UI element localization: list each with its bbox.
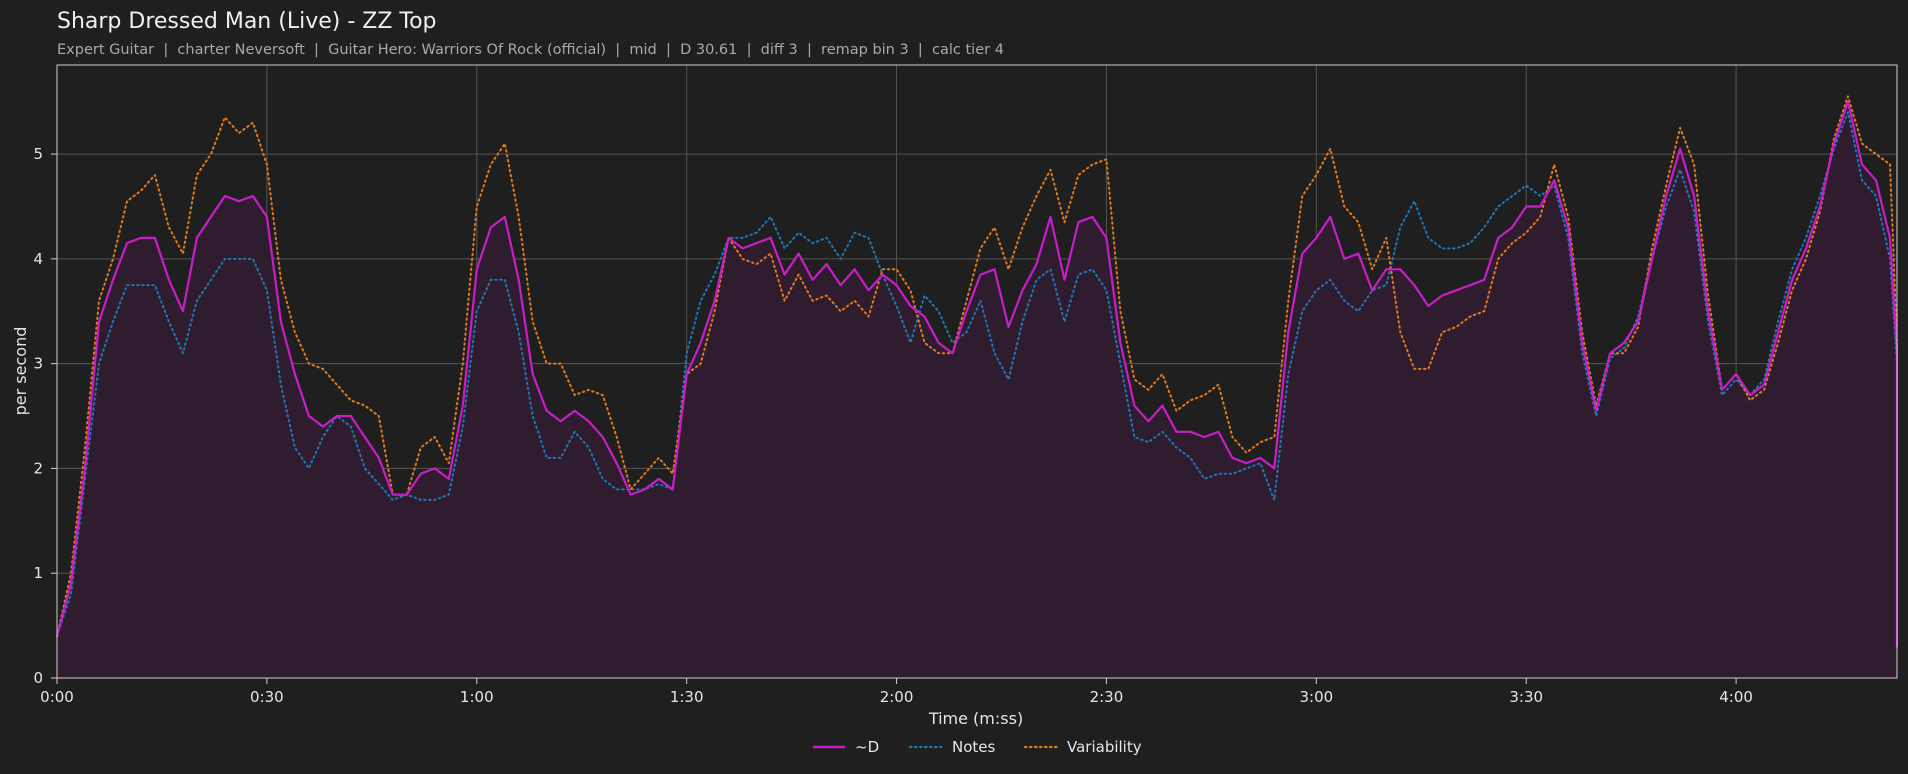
legend-label: ~D <box>855 738 879 756</box>
x-tick-label: 1:00 <box>460 688 494 706</box>
y-axis-label: per second <box>11 327 30 416</box>
y-tick-label: 2 <box>33 459 43 477</box>
legend-label: Variability <box>1067 738 1142 756</box>
legend-label: Notes <box>952 738 996 756</box>
chart-title: Sharp Dressed Man (Live) - ZZ Top <box>57 9 437 34</box>
x-tick-label: 1:30 <box>670 688 704 706</box>
x-tick-label: 4:00 <box>1719 688 1753 706</box>
y-tick-label: 5 <box>33 145 43 163</box>
x-tick-label: 2:00 <box>880 688 914 706</box>
y-tick-label: 0 <box>33 669 43 687</box>
chart-subtitle: Expert Guitar | charter Neversoft | Guit… <box>57 42 1004 58</box>
x-tick-label: 3:30 <box>1509 688 1543 706</box>
y-axis: 0 1 2 3 4 5 <box>33 145 57 687</box>
legend: ~D Notes Variability <box>813 738 1142 756</box>
x-tick-label: 0:30 <box>250 688 284 706</box>
x-tick-label: 2:30 <box>1090 688 1124 706</box>
chart-figure: Sharp Dressed Man (Live) - ZZ Top Expert… <box>11 9 1899 756</box>
x-axis-label: Time (m:ss) <box>928 709 1023 728</box>
y-tick-label: 4 <box>33 250 43 268</box>
y-tick-label: 1 <box>33 564 43 582</box>
y-tick-label: 3 <box>33 355 43 373</box>
x-tick-label: 0:00 <box>40 688 74 706</box>
x-tick-label: 3:00 <box>1299 688 1333 706</box>
x-axis: 0:00 0:30 1:00 1:30 2:00 2:30 3:00 3:30 4:00 <box>40 678 1753 706</box>
plot-area <box>55 64 1899 679</box>
